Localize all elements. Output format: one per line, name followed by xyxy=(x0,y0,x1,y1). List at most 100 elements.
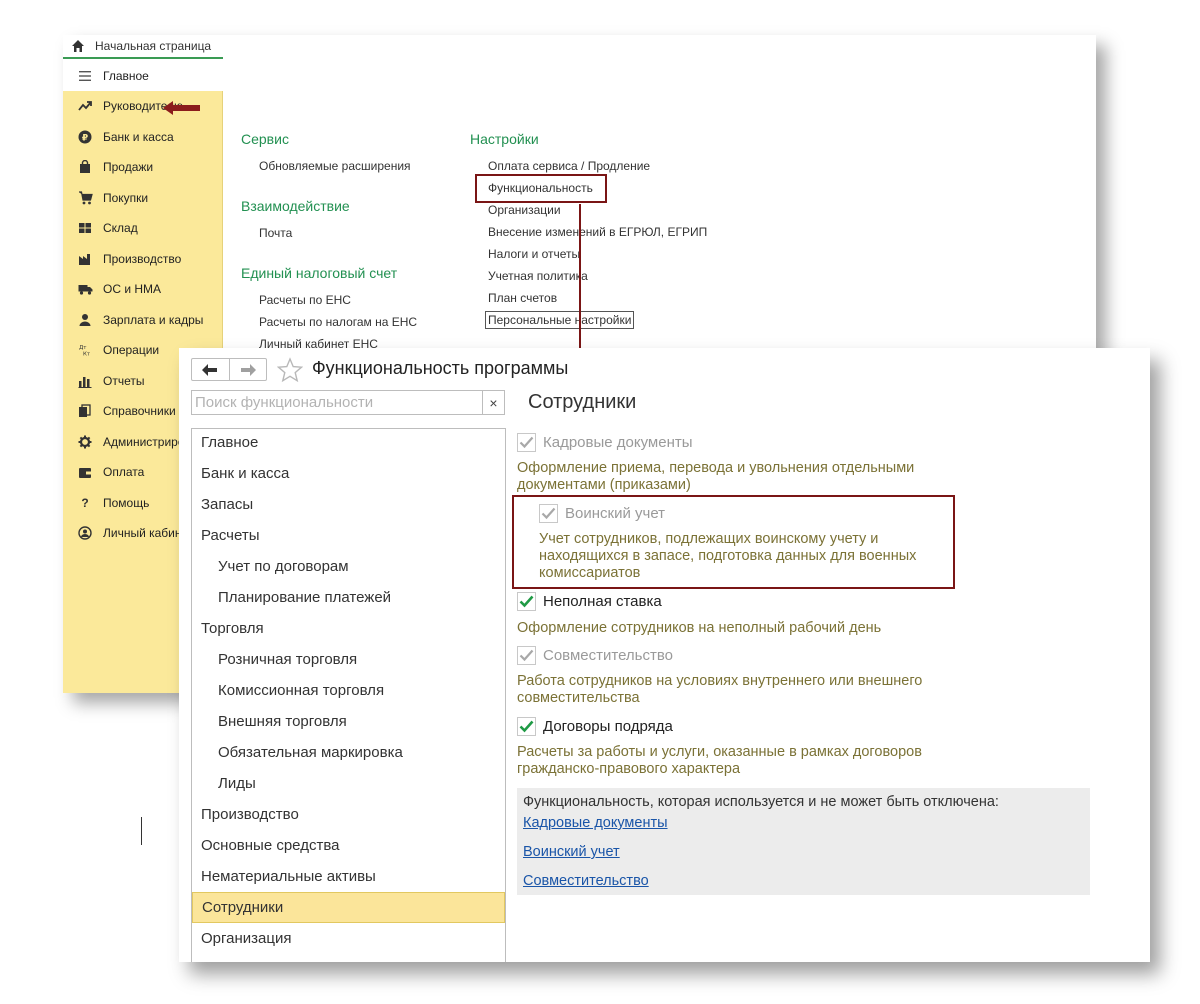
home-tab-label: Начальная страница xyxy=(95,39,212,53)
option-label: Неполная ставка xyxy=(543,593,662,610)
sidebar-item-label: Продажи xyxy=(103,160,154,174)
link-personal-settings[interactable]: Персональные настройки xyxy=(485,311,635,329)
factory-icon xyxy=(77,251,93,267)
checkmark-icon xyxy=(519,649,534,662)
tree-item-organization[interactable]: Организация xyxy=(192,923,505,954)
checkbox[interactable] xyxy=(517,592,536,611)
option-label: Совместительство xyxy=(543,647,674,664)
svg-text:Кт: Кт xyxy=(83,352,91,358)
sidebar-item-label: Личный кабине xyxy=(103,526,189,540)
text-cursor xyxy=(141,817,142,845)
link-chart-of-accounts[interactable]: План счетов xyxy=(488,291,557,305)
sidebar-item-label: ОС и НМА xyxy=(103,282,162,296)
checkbox[interactable] xyxy=(517,717,536,736)
sidebar-item-warehouse[interactable]: Склад xyxy=(63,213,223,243)
section-title-service: Сервис xyxy=(241,131,289,147)
checkmark-icon xyxy=(519,436,534,449)
tree-item-trade[interactable]: Торговля xyxy=(192,613,505,644)
link-ens-taxes[interactable]: Расчеты по налогам на ЕНС xyxy=(259,315,417,329)
tree-item-intangibles[interactable]: Нематериальные активы xyxy=(192,861,505,892)
forward-button[interactable] xyxy=(228,359,266,380)
sidebar-item-label: Производство xyxy=(103,252,182,266)
tree-item-leads[interactable]: Лиды xyxy=(192,768,505,799)
functionality-window: Функциональность программы × Главное Бан… xyxy=(179,348,1150,962)
favorite-star-icon[interactable] xyxy=(277,357,303,383)
tree-item-stock[interactable]: Запасы xyxy=(192,489,505,520)
link-taxes-reports[interactable]: Налоги и отчеты xyxy=(488,247,580,261)
user-circle-icon xyxy=(77,525,93,541)
info-link-military[interactable]: Воинский учет xyxy=(523,844,620,860)
question-icon: ? xyxy=(81,496,89,510)
wallet-icon xyxy=(77,464,93,480)
home-tab[interactable]: Начальная страница xyxy=(63,35,223,59)
tree-item-contracts[interactable]: Учет по договорам xyxy=(192,551,505,582)
sidebar-item-label: Зарплата и кадры xyxy=(103,313,204,327)
sidebar-item-assets[interactable]: ОС и НМА xyxy=(63,274,223,304)
tree-item-bank[interactable]: Банк и касса xyxy=(192,458,505,489)
arrow-left-icon xyxy=(202,363,218,376)
option-description: Оформление приема, перевода и увольнения… xyxy=(517,460,915,493)
checkbox[interactable] xyxy=(517,433,536,452)
back-button[interactable] xyxy=(192,359,229,380)
link-egrul[interactable]: Внесение изменений в ЕГРЮЛ, ЕГРИП xyxy=(488,225,707,239)
option-label: Воинский учет xyxy=(565,505,666,522)
tree-item-fixed-assets[interactable]: Основные средства xyxy=(192,830,505,861)
tree-item-retail[interactable]: Розничная торговля xyxy=(192,644,505,675)
tree-item-settlements[interactable]: Расчеты xyxy=(192,520,505,551)
sidebar-item-purchases[interactable]: Покупки xyxy=(63,183,223,213)
link-ens-calc[interactable]: Расчеты по ЕНС xyxy=(259,293,351,307)
tree-item-foreign-trade[interactable]: Внешняя торговля xyxy=(192,706,505,737)
tree-item-main[interactable]: Главное xyxy=(192,429,505,458)
link-accounting-policy[interactable]: Учетная политика xyxy=(488,269,588,283)
sidebar-item-salary[interactable]: Зарплата и кадры xyxy=(63,305,223,335)
info-link-hr-documents[interactable]: Кадровые документы xyxy=(523,815,668,831)
checkbox[interactable] xyxy=(539,504,558,523)
sidebar-item-main[interactable]: Главное xyxy=(63,61,223,91)
tree-item-payment-planning[interactable]: Планирование платежей xyxy=(192,582,505,613)
option-label: Договоры подряда xyxy=(543,718,673,735)
search-clear-button[interactable]: × xyxy=(482,391,504,414)
option-label: Кадровые документы xyxy=(543,434,693,451)
search-input[interactable] xyxy=(192,391,482,414)
books-icon xyxy=(77,403,93,419)
checkbox[interactable] xyxy=(517,646,536,665)
always-on-info-box: Функциональность, которая используется и… xyxy=(517,788,1090,895)
sidebar-item-sales[interactable]: Продажи xyxy=(63,152,223,182)
link-extensions[interactable]: Обновляемые расширения xyxy=(259,159,411,173)
link-service-payment[interactable]: Оплата сервиса / Продление xyxy=(488,159,650,173)
svg-text:Дт: Дт xyxy=(79,345,87,351)
menu-icon xyxy=(77,68,93,84)
option-hr-documents[interactable]: Кадровые документы xyxy=(517,433,693,452)
svg-text:₽: ₽ xyxy=(82,134,88,144)
tree-item-production[interactable]: Производство xyxy=(192,799,505,830)
option-contracts[interactable]: Договоры подряда xyxy=(517,717,673,736)
info-link-combination[interactable]: Совместительство xyxy=(523,873,649,889)
option-description: Работа сотрудников на условиях внутренне… xyxy=(517,673,923,706)
functionality-highlight-box xyxy=(475,174,607,203)
checkmark-icon xyxy=(541,507,556,520)
truck-icon xyxy=(77,281,93,297)
option-part-time[interactable]: Неполная ставка xyxy=(517,592,662,611)
sidebar-item-production[interactable]: Производство xyxy=(63,244,223,274)
link-organizations[interactable]: Организации xyxy=(488,203,561,217)
tree-item-commission[interactable]: Комиссионная торговля xyxy=(192,675,505,706)
option-description: Расчеты за работы и услуги, оказанные в … xyxy=(517,744,922,777)
sidebar-item-label: Банк и касса xyxy=(103,130,174,144)
checkmark-icon xyxy=(519,720,534,733)
sidebar-item-label: Отчеты xyxy=(103,374,145,388)
tree-item-marking[interactable]: Обязательная маркировка xyxy=(192,737,505,768)
tree-item-employees[interactable]: Сотрудники xyxy=(192,892,505,923)
checkmark-icon xyxy=(519,595,534,608)
sidebar-item-label: Справочники xyxy=(103,404,176,418)
sidebar-item-label: Администриро xyxy=(103,435,185,449)
dt-kt-icon: Дт Кт xyxy=(77,342,93,358)
sidebar-item-bank[interactable]: ₽ Банк и касса xyxy=(63,122,223,152)
link-mail[interactable]: Почта xyxy=(259,226,292,240)
trend-icon xyxy=(77,98,93,114)
cart-icon xyxy=(77,190,93,206)
section-title-settings: Настройки xyxy=(470,131,539,147)
option-combination[interactable]: Совместительство xyxy=(517,646,673,665)
pointer-arrow-icon xyxy=(163,101,200,115)
sidebar-item-label: Склад xyxy=(103,221,138,235)
option-military[interactable]: Воинский учет xyxy=(539,504,665,523)
